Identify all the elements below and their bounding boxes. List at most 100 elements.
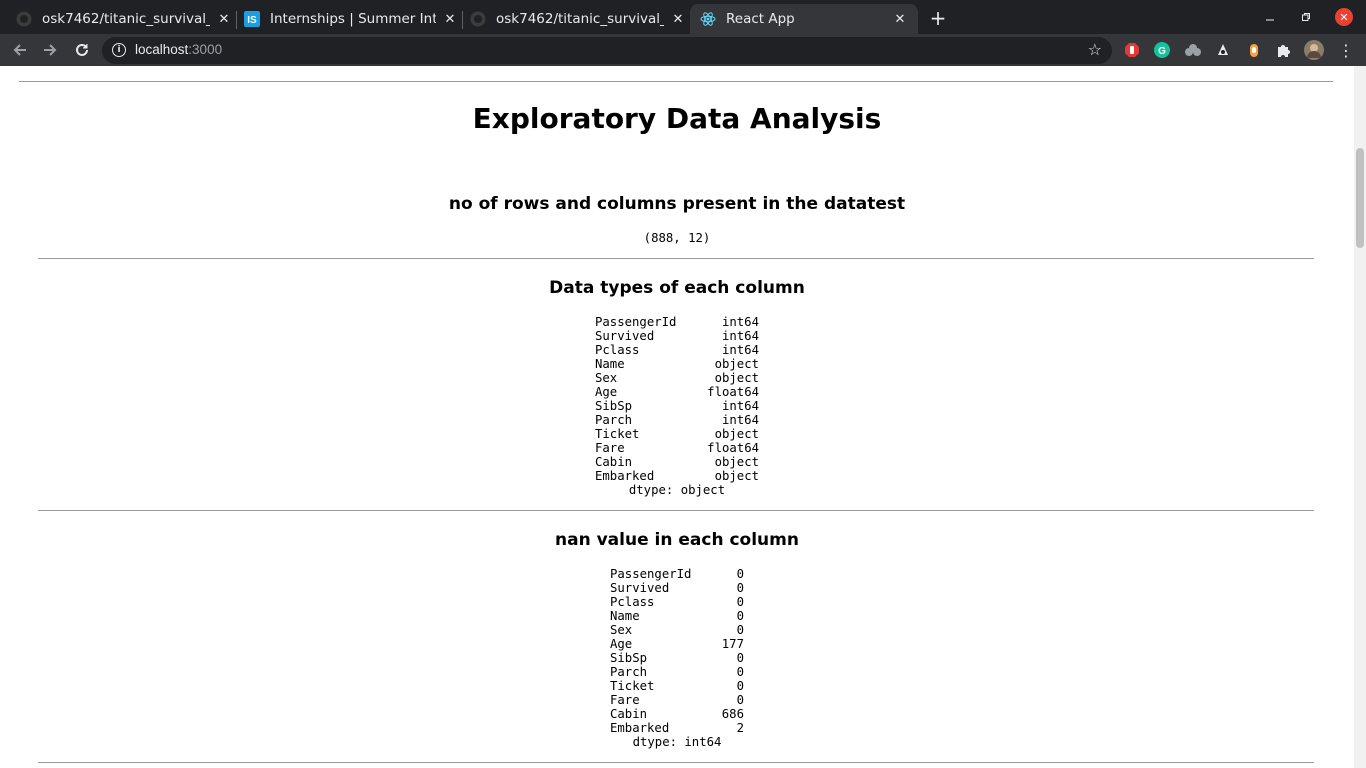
grammarly-icon[interactable]: G [1152,40,1172,60]
extension-icon[interactable] [1213,40,1233,60]
column-value: 0 [736,567,744,581]
column-name: Parch [595,413,633,427]
column-value: 0 [736,623,744,637]
column-name: Embarked [595,469,655,483]
column-name: Ticket [610,679,655,693]
column-value: object [714,427,759,441]
series-row: Pclass int64 [595,343,759,357]
series-row: Sex 0 [610,623,744,637]
dtypes-series: PassengerId int64 Survived int64 Pclass int64… [595,315,759,497]
section-divider [38,762,1314,763]
tab-github-2[interactable]: osk7462/titanic_survival_ ✕ [470,4,686,34]
react-icon [700,11,716,27]
new-tab-button[interactable]: + [926,6,950,30]
series-row: Cabin 686 [610,707,744,721]
close-tab-icon[interactable]: ✕ [670,11,686,27]
series-row: SibSp 0 [610,651,744,665]
series-row: Cabin object [595,455,759,469]
column-name: Pclass [595,343,640,357]
column-name: SibSp [610,651,648,665]
series-row: Embarked object [595,469,759,483]
page-title: Exploratory Data Analysis [472,102,882,135]
column-value: object [714,469,759,483]
series-row: Embarked 2 [610,721,744,735]
bookmark-star-icon[interactable]: ☆ [1088,40,1102,59]
address-bar[interactable]: i localhost:3000 ☆ [102,37,1112,64]
series-row: Ticket 0 [610,679,744,693]
tab-title: React App [726,11,795,27]
close-tab-icon[interactable]: ✕ [892,11,908,27]
column-value: int64 [721,399,759,413]
reload-icon[interactable] [70,38,94,62]
column-name: Sex [595,371,618,385]
dtype-label: dtype: int64 [632,735,722,749]
scrollbar-thumb[interactable] [1356,148,1364,248]
column-name: Cabin [595,455,633,469]
column-value: float64 [707,441,759,455]
shape-heading: no of rows and columns present in the da… [448,194,906,214]
series-row: Fare 0 [610,693,744,707]
menu-kebab-icon[interactable]: ⋮ [1336,40,1356,60]
github-icon [470,11,486,27]
dtype-label: dtype: object [628,483,726,497]
dtypes-heading: Data types of each column [549,278,805,298]
close-tab-icon[interactable]: ✕ [442,11,458,27]
extension-icon[interactable] [1183,40,1203,60]
column-name: Sex [610,623,633,637]
column-name: Parch [610,665,648,679]
github-icon [16,11,32,27]
column-value: 0 [736,679,744,693]
window-close-icon[interactable]: ✕ [1335,8,1353,26]
series-row: Age float64 [595,385,759,399]
back-arrow-icon[interactable] [8,38,32,62]
adblock-icon[interactable] [1122,40,1142,60]
series-row: PassengerId int64 [595,315,759,329]
column-name: PassengerId [595,315,677,329]
profile-avatar[interactable] [1304,40,1324,60]
column-value: int64 [721,315,759,329]
column-name: PassengerId [610,567,692,581]
forward-arrow-icon[interactable] [38,38,62,62]
nan-series: PassengerId 0 Survived 0 Pclass 0 Name 0 Sex 0 Age… [610,567,744,749]
series-row: Survived 0 [610,581,744,595]
column-name: Age [595,385,618,399]
restore-icon[interactable] [1294,6,1318,28]
series-row: SibSp int64 [595,399,759,413]
column-name: Survived [595,329,655,343]
section-divider [38,510,1314,511]
column-value: 0 [736,581,744,595]
puzzle-icon[interactable] [1274,40,1294,60]
column-name: Pclass [610,595,655,609]
tab-github-1[interactable]: osk7462/titanic_survival_ ✕ [16,4,232,34]
tab-react-app[interactable]: React App ✕ [690,4,918,34]
tab-strip: osk7462/titanic_survival_ ✕ IS Internshi… [0,0,1366,34]
column-value: 686 [721,707,744,721]
column-value: int64 [721,329,759,343]
column-value: object [714,371,759,385]
close-tab-icon[interactable]: ✕ [216,11,232,27]
column-value: 0 [736,693,744,707]
column-value: 0 [736,651,744,665]
page-content: Exploratory Data Analysis no of rows and… [0,66,1354,768]
series-row: Parch 0 [610,665,744,679]
column-name: Embarked [610,721,670,735]
tab-title: Internships | Summer Inte [270,11,436,27]
minimize-icon[interactable] [1258,6,1282,28]
column-name: Name [595,357,625,371]
extension-icon[interactable] [1244,40,1264,60]
column-value: object [714,357,759,371]
column-name: Fare [595,441,625,455]
internshala-icon: IS [244,11,260,27]
tab-separator [236,11,237,29]
tab-internshala[interactable]: IS Internships | Summer Inte ✕ [244,4,458,34]
page-scrollbar[interactable] [1354,66,1366,768]
column-value: int64 [721,413,759,427]
site-info-icon[interactable]: i [112,43,126,57]
series-row: Fare float64 [595,441,759,455]
column-name: Cabin [610,707,648,721]
series-row: Ticket object [595,427,759,441]
column-value: 177 [721,637,744,651]
column-value: 0 [736,665,744,679]
series-row: Age 177 [610,637,744,651]
section-divider [38,258,1314,259]
